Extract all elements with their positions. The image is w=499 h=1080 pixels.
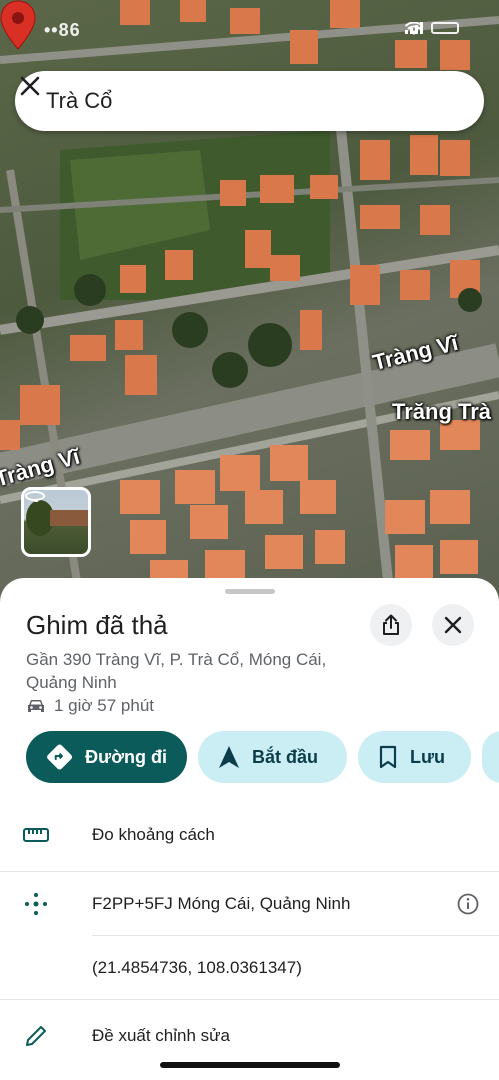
- search-query[interactable]: Trà Cổ: [46, 88, 112, 114]
- directions-label: Đường đi: [85, 746, 167, 767]
- directions-button[interactable]: Đường đi: [26, 731, 187, 783]
- rotate-360-icon: [25, 491, 45, 502]
- coordinates-row[interactable]: (21.4854736, 108.0361347): [0, 936, 499, 1000]
- divider: [0, 999, 499, 1000]
- street-view-thumbnail[interactable]: [21, 487, 91, 557]
- more-actions-chip[interactable]: [482, 731, 499, 783]
- measure-distance-row[interactable]: Đo khoảng cách: [0, 803, 499, 867]
- satellite-map[interactable]: ••86 Trà Cổ Tràng Vĩ Trăng Trà Tràng Vĩ: [0, 0, 499, 600]
- plus-code-text: F2PP+5FJ Móng Cái, Quảng Ninh: [92, 894, 351, 913]
- drive-time: 1 giờ 57 phút: [26, 696, 154, 716]
- plus-code-icon: [22, 890, 50, 918]
- car-icon: [28, 700, 44, 712]
- share-icon: [383, 614, 399, 635]
- action-chips: Đường đi Bắt đầu Lưu: [26, 731, 499, 783]
- coordinates-text: (21.4854736, 108.0361347): [92, 958, 302, 977]
- save-button[interactable]: Lưu: [358, 731, 471, 783]
- save-label: Lưu: [410, 746, 446, 767]
- close-icon: [444, 616, 462, 634]
- suggest-edit-row[interactable]: Đề xuất chỉnh sửa: [0, 1004, 499, 1068]
- battery-icon: [431, 22, 459, 34]
- sheet-drag-handle[interactable]: [225, 589, 275, 594]
- start-button[interactable]: Bắt đầu: [198, 731, 347, 783]
- search-box[interactable]: Trà Cổ: [15, 71, 484, 131]
- drive-time-text: 1 giờ 57 phút: [54, 696, 154, 715]
- home-indicator[interactable]: [160, 1062, 340, 1068]
- info-icon[interactable]: [457, 893, 479, 915]
- suggest-edit-label: Đề xuất chỉnh sửa: [92, 1026, 231, 1045]
- street-label-trang-tra: Trăng Trà: [392, 399, 492, 424]
- share-button[interactable]: [370, 604, 412, 646]
- plus-code-row[interactable]: F2PP+5FJ Móng Cái, Quảng Ninh: [0, 872, 499, 936]
- clear-search-icon[interactable]: [15, 71, 45, 101]
- bookmark-icon: [379, 745, 397, 769]
- dropped-pin-icon[interactable]: [0, 0, 36, 50]
- status-bar: ••86: [0, 0, 499, 44]
- directions-icon: [47, 744, 73, 770]
- wifi-icon: [405, 22, 423, 35]
- place-bottom-sheet[interactable]: Ghim đã thả Gần 390 Tràng Vĩ, P. Trà Cổ,…: [0, 578, 499, 1080]
- start-label: Bắt đầu: [252, 746, 319, 767]
- pencil-icon: [22, 1022, 50, 1050]
- navigation-arrow-icon: [219, 746, 239, 768]
- place-address: Gần 390 Tràng Vĩ, P. Trà Cổ, Móng Cái, Q…: [26, 650, 327, 692]
- ruler-icon: [22, 821, 50, 849]
- place-title: Ghim đã thả: [26, 610, 168, 640]
- measure-distance-label: Đo khoảng cách: [92, 825, 215, 844]
- carrier-text: ••86: [44, 20, 81, 40]
- close-button[interactable]: [432, 604, 474, 646]
